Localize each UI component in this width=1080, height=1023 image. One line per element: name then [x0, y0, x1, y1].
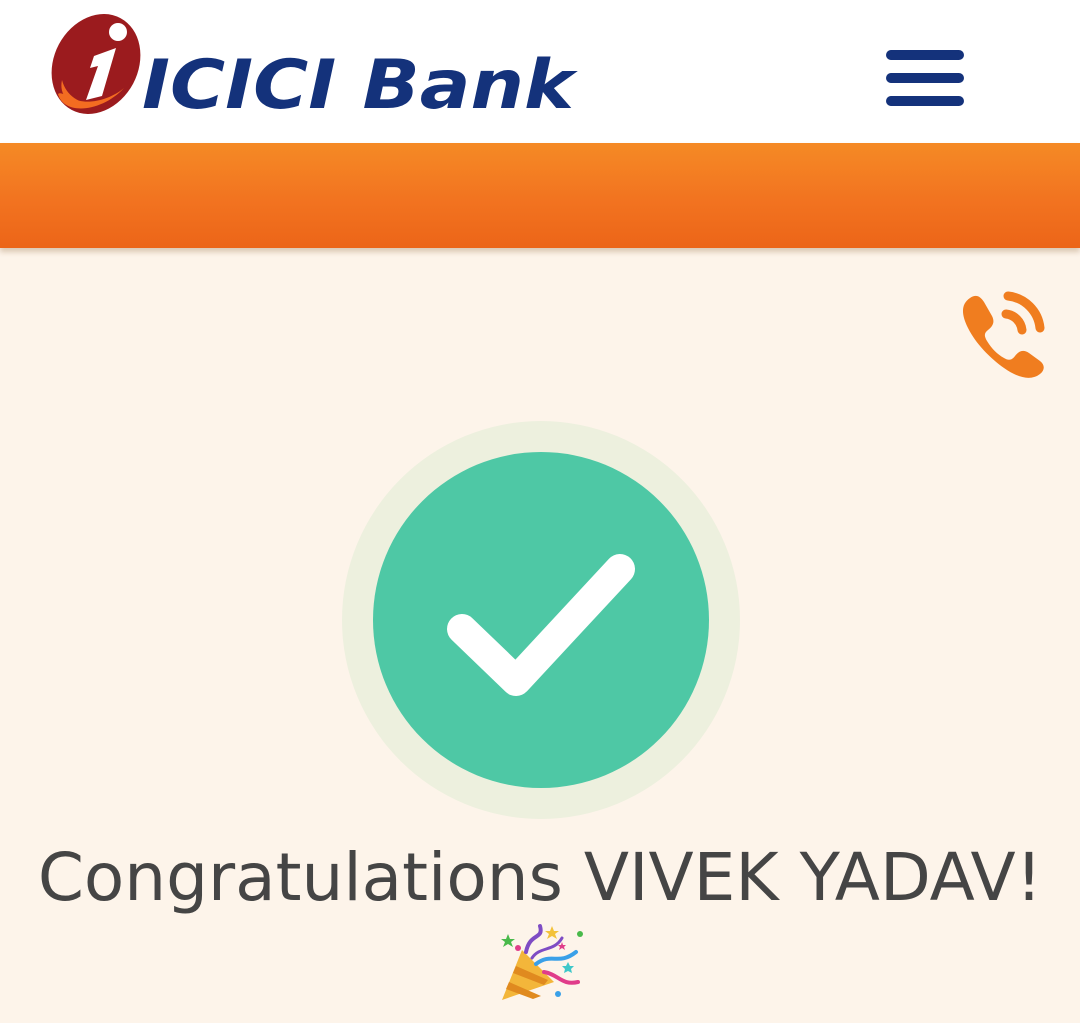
call-button[interactable]	[950, 280, 1054, 380]
hamburger-menu-icon-bar-3	[886, 96, 964, 106]
hamburger-menu-icon	[886, 50, 964, 60]
congratulations-message: Congratulations VIVEK YADAV!	[37, 839, 1043, 916]
success-badge	[342, 421, 740, 819]
menu-button[interactable]	[872, 40, 978, 120]
hamburger-menu-icon-bar-2	[886, 73, 964, 83]
party-popper-icon: 🎉	[501, 924, 583, 1000]
icici-bank-logo[interactable]: ICICI Bank ICICI Bank	[50, 8, 580, 118]
phone-call-icon	[962, 291, 1045, 378]
brand-name: ICICI Bank	[142, 46, 578, 118]
orange-banner	[0, 143, 1080, 248]
top-header: ICICI Bank ICICI Bank	[0, 0, 1080, 143]
